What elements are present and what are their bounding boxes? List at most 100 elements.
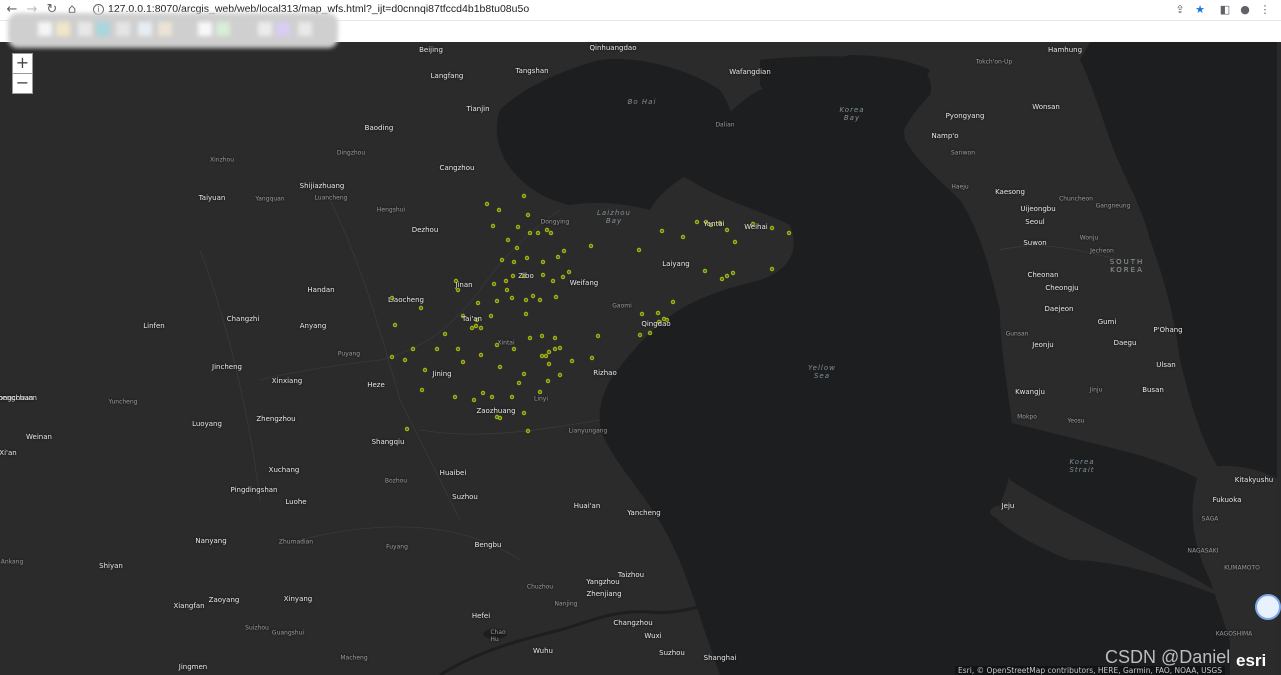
page-scrollbar[interactable] <box>1277 42 1281 675</box>
wfs-point-marker[interactable] <box>510 273 516 279</box>
wfs-point-marker[interactable] <box>491 281 497 287</box>
wfs-point-marker[interactable] <box>589 355 595 361</box>
wfs-point-marker[interactable] <box>497 364 503 370</box>
wfs-point-marker[interactable] <box>418 305 424 311</box>
wfs-point-marker[interactable] <box>488 313 494 319</box>
wfs-point-marker[interactable] <box>525 212 531 218</box>
wfs-point-marker[interactable] <box>732 239 738 245</box>
wfs-point-marker[interactable] <box>659 228 665 234</box>
wfs-point-marker[interactable] <box>539 353 545 359</box>
wfs-point-marker[interactable] <box>521 410 527 416</box>
wfs-point-marker[interactable] <box>496 207 502 213</box>
wfs-point-marker[interactable] <box>637 332 643 338</box>
wfs-point-marker[interactable] <box>730 270 736 276</box>
wfs-point-marker[interactable] <box>548 230 554 236</box>
wfs-point-marker[interactable] <box>524 255 530 261</box>
wfs-point-marker[interactable] <box>786 230 792 236</box>
wfs-point-marker[interactable] <box>422 367 428 373</box>
wfs-point-marker[interactable] <box>546 361 552 367</box>
wfs-point-marker[interactable] <box>525 428 531 434</box>
wfs-point-marker[interactable] <box>511 259 517 265</box>
wfs-point-marker[interactable] <box>471 397 477 403</box>
wfs-point-marker[interactable] <box>530 293 536 299</box>
wfs-point-marker[interactable] <box>527 230 533 236</box>
wfs-point-marker[interactable] <box>480 390 486 396</box>
wfs-point-marker[interactable] <box>655 310 661 316</box>
wfs-point-marker[interactable] <box>557 345 563 351</box>
wfs-point-marker[interactable] <box>455 346 461 352</box>
wfs-point-marker[interactable] <box>523 311 529 317</box>
assistant-floating-button[interactable] <box>1255 594 1281 620</box>
wfs-point-marker[interactable] <box>490 223 496 229</box>
wfs-point-marker[interactable] <box>702 268 708 274</box>
wfs-point-marker[interactable] <box>499 257 505 263</box>
wfs-point-marker[interactable] <box>516 380 522 386</box>
wfs-point-marker[interactable] <box>514 245 520 251</box>
wfs-point-marker[interactable] <box>769 266 775 272</box>
wfs-point-marker[interactable] <box>647 330 653 336</box>
wfs-point-marker[interactable] <box>544 227 550 233</box>
zoom-in-button[interactable]: + <box>12 53 33 74</box>
wfs-point-marker[interactable] <box>460 359 466 365</box>
bookmark-star-icon[interactable]: ★ <box>1192 2 1208 18</box>
wfs-point-marker[interactable] <box>389 354 395 360</box>
wfs-point-marker[interactable] <box>442 331 448 337</box>
wfs-point-marker[interactable] <box>402 357 408 363</box>
wfs-point-marker[interactable] <box>545 378 551 384</box>
wfs-point-marker[interactable] <box>521 371 527 377</box>
wfs-point-marker[interactable] <box>588 243 594 249</box>
wfs-point-marker[interactable] <box>509 295 515 301</box>
wfs-point-marker[interactable] <box>724 227 730 233</box>
wfs-point-marker[interactable] <box>639 311 645 317</box>
wfs-point-marker[interactable] <box>555 254 561 260</box>
wfs-point-marker[interactable] <box>473 323 479 329</box>
wfs-point-marker[interactable] <box>410 346 416 352</box>
wfs-point-marker[interactable] <box>475 300 481 306</box>
wfs-point-marker[interactable] <box>484 201 490 207</box>
wfs-point-marker[interactable] <box>523 297 529 303</box>
wfs-point-marker[interactable] <box>569 358 575 364</box>
account-icon[interactable]: ● <box>1237 2 1253 18</box>
wfs-point-marker[interactable] <box>552 346 558 352</box>
wfs-point-marker[interactable] <box>511 346 517 352</box>
wfs-point-marker[interactable] <box>719 276 725 282</box>
wfs-point-marker[interactable] <box>560 274 566 280</box>
wfs-point-marker[interactable] <box>489 394 495 400</box>
wfs-point-marker[interactable] <box>537 389 543 395</box>
wfs-point-marker[interactable] <box>494 298 500 304</box>
wfs-point-marker[interactable] <box>724 273 730 279</box>
wfs-point-marker[interactable] <box>557 372 563 378</box>
wfs-point-marker[interactable] <box>452 394 458 400</box>
wfs-point-marker[interactable] <box>561 248 567 254</box>
wfs-point-marker[interactable] <box>543 353 549 359</box>
wfs-point-marker[interactable] <box>469 325 475 331</box>
sidebar-icon[interactable]: ◧ <box>1217 2 1233 18</box>
wfs-point-marker[interactable] <box>434 346 440 352</box>
wfs-point-marker[interactable] <box>595 333 601 339</box>
wfs-point-marker[interactable] <box>540 259 546 265</box>
wfs-point-marker[interactable] <box>566 269 572 275</box>
wfs-point-marker[interactable] <box>503 278 509 284</box>
wfs-point-marker[interactable] <box>497 415 503 421</box>
wfs-point-marker[interactable] <box>404 426 410 432</box>
wfs-point-marker[interactable] <box>521 193 527 199</box>
wfs-point-marker[interactable] <box>694 219 700 225</box>
wfs-point-marker[interactable] <box>478 352 484 358</box>
wfs-point-marker[interactable] <box>636 247 642 253</box>
wfs-point-marker[interactable] <box>419 387 425 393</box>
share-icon[interactable]: ⇪ <box>1172 2 1188 18</box>
wfs-point-marker[interactable] <box>535 230 541 236</box>
wfs-point-marker[interactable] <box>527 335 533 341</box>
wfs-point-marker[interactable] <box>546 349 552 355</box>
wfs-point-marker[interactable] <box>478 325 484 331</box>
wfs-point-marker[interactable] <box>539 333 545 339</box>
map-view[interactable]: Bo Hai Laizhou Bay Korea Bay Yellow Sea … <box>0 42 1281 675</box>
wfs-point-marker[interactable] <box>550 278 556 284</box>
wfs-point-marker[interactable] <box>537 297 543 303</box>
wfs-point-marker[interactable] <box>553 294 559 300</box>
wfs-point-marker[interactable] <box>670 299 676 305</box>
wfs-point-marker[interactable] <box>769 225 775 231</box>
zoom-out-button[interactable]: − <box>12 73 33 94</box>
wfs-point-marker[interactable] <box>504 287 510 293</box>
wfs-point-marker[interactable] <box>540 272 546 278</box>
